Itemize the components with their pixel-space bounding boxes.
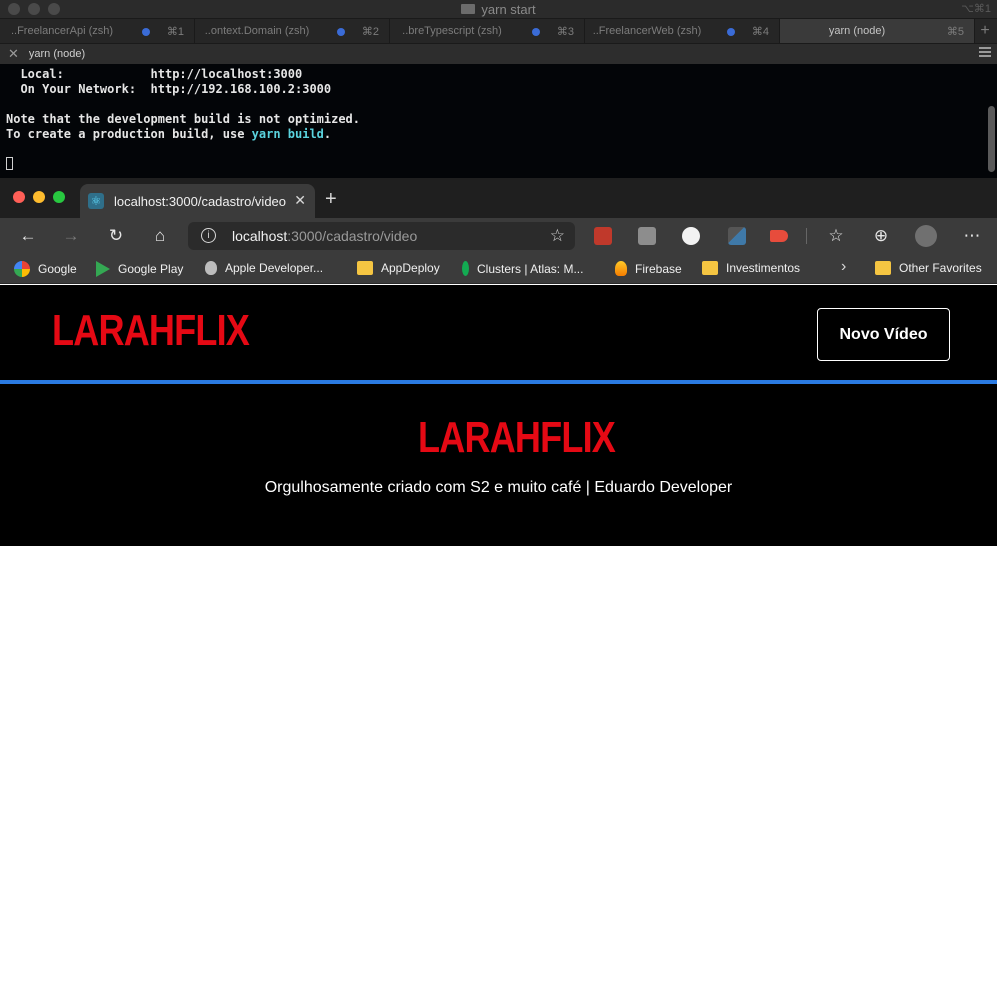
react-favicon-icon: ⚛ <box>88 193 104 209</box>
terminal-tab-label: ..ontext.Domain (zsh) <box>204 25 310 37</box>
folder-icon <box>461 4 476 14</box>
browser-tab-bar: ⚛ localhost:3000/cadastro/video ✕ + <box>0 178 997 218</box>
forward-arrow-icon[interactable]: → <box>61 226 81 246</box>
toolbar-divider <box>806 228 807 244</box>
close-tab-icon[interactable]: ✕ <box>294 192 306 209</box>
google-play-icon <box>96 261 110 277</box>
bookmark-google[interactable]: Google <box>14 261 77 277</box>
favorites-list-icon[interactable]: ☆ <box>826 226 846 246</box>
terminal-session-bar: ✕ yarn (node) <box>0 44 997 64</box>
bookmarks-bar: Google Google Play Apple Developer... Ap… <box>0 254 997 284</box>
terminal-line-network: On Your Network: http://192.168.100.2:30… <box>20 82 332 96</box>
tab-shortcut: ⌘2 <box>361 26 379 38</box>
activity-dot-icon <box>727 28 735 36</box>
folder-icon <box>357 261 373 275</box>
home-icon[interactable]: ⌂ <box>150 226 170 246</box>
terminal-titlebar: yarn start ⌥⌘1 <box>0 0 997 18</box>
collections-icon[interactable]: ⊕ <box>871 226 891 246</box>
refresh-icon[interactable]: ↻ <box>106 226 126 246</box>
menu-icon[interactable] <box>979 47 991 59</box>
tab-shortcut: ⌘3 <box>556 26 574 38</box>
terminal-tab-5[interactable]: yarn (node) ⌘5 <box>780 19 975 43</box>
tab-shortcut: ⌘4 <box>751 26 769 38</box>
terminal-tab-bar: ..FreelancerApi (zsh) ⌘1 ..ontext.Domain… <box>0 18 997 44</box>
back-arrow-icon[interactable]: ← <box>18 226 38 246</box>
chevron-right-icon[interactable]: › <box>841 258 846 276</box>
terminal-cursor <box>6 157 13 170</box>
tab-shortcut: ⌘1 <box>166 26 184 38</box>
terminal-window-title: yarn start <box>0 0 997 18</box>
terminal-tab-2[interactable]: ..ontext.Domain (zsh) ⌘2 <box>195 19 390 43</box>
header-logo[interactable]: LARAHFLIX <box>52 306 250 356</box>
new-tab-plus-icon[interactable]: + <box>975 19 995 43</box>
activity-dot-icon <box>142 28 150 36</box>
footer-logo: LARAHFLIX <box>418 413 616 462</box>
site-info-icon[interactable]: i <box>201 228 216 243</box>
session-label: yarn (node) <box>28 48 86 60</box>
mongodb-leaf-icon <box>462 261 469 276</box>
terminal-tab-label: ..breTypescript (zsh) <box>402 25 502 37</box>
bookmark-google-play[interactable]: Google Play <box>96 261 183 277</box>
browser-window-controls[interactable] <box>13 191 65 203</box>
favorite-star-icon[interactable]: ☆ <box>550 226 565 246</box>
terminal-line-prod: To create a production build, use yarn b… <box>6 127 332 141</box>
address-url[interactable]: localhost:3000/cadastro/video <box>232 228 417 244</box>
activity-dot-icon <box>337 28 345 36</box>
extension-pen-icon[interactable] <box>728 227 746 245</box>
zoom-window-icon[interactable] <box>53 191 65 203</box>
folder-icon <box>875 261 891 275</box>
footer-credits: Orgulhosamente criado com S2 e muito caf… <box>264 479 733 496</box>
bookmark-investimentos[interactable]: Investimentos <box>702 261 800 275</box>
new-tab-plus-icon[interactable]: + <box>325 188 337 211</box>
terminal-tab-4[interactable]: ..FreelancerWeb (zsh) ⌘4 <box>585 19 780 43</box>
more-menu-icon[interactable]: ⋯ <box>962 226 982 246</box>
window-shortcut: ⌥⌘1 <box>961 3 991 15</box>
terminal-tab-label: yarn (node) <box>828 25 886 37</box>
terminal-tab-3[interactable]: ..breTypescript (zsh) ⌘3 <box>390 19 585 43</box>
extension-circle-icon[interactable] <box>682 227 700 245</box>
terminal-tab-1[interactable]: ..FreelancerApi (zsh) ⌘1 <box>0 19 195 43</box>
extension-red-icon[interactable] <box>594 227 612 245</box>
bookmark-appdeploy[interactable]: AppDeploy <box>357 261 440 275</box>
browser-tab-active[interactable]: ⚛ localhost:3000/cadastro/video ✕ <box>80 184 315 218</box>
extension-gray-icon[interactable] <box>638 227 656 245</box>
folder-icon <box>702 261 718 275</box>
activity-dot-icon <box>532 28 540 36</box>
site-header: LARAHFLIX Novo Vídeo <box>0 285 997 380</box>
close-session-icon[interactable]: ✕ <box>8 46 19 62</box>
bookmark-firebase[interactable]: Firebase <box>615 261 682 276</box>
close-window-icon[interactable] <box>13 191 25 203</box>
firebase-icon <box>615 261 627 276</box>
terminal-output[interactable]: Local: http://localhost:3000 On Your Net… <box>0 64 997 178</box>
terminal-tab-label: ..FreelancerApi (zsh) <box>10 25 114 37</box>
google-icon <box>14 261 30 277</box>
address-bar[interactable]: i localhost:3000/cadastro/video ☆ <box>188 222 575 250</box>
bookmark-apple-developer[interactable]: Apple Developer... <box>205 261 323 275</box>
terminal-line-local: Local: http://localhost:3000 <box>20 67 303 81</box>
site-footer: LARAHFLIX Orgulhosamente criado com S2 e… <box>0 384 997 546</box>
extension-arrow-icon[interactable] <box>770 230 788 242</box>
apple-icon <box>205 261 217 275</box>
bookmark-atlas[interactable]: Clusters | Atlas: M... <box>462 261 583 276</box>
tab-shortcut: ⌘5 <box>946 26 964 38</box>
page-viewport: LARAHFLIX Novo Vídeo LARAHFLIX Orgulhosa… <box>0 285 997 1008</box>
terminal-tab-label: ..FreelancerWeb (zsh) <box>592 25 702 37</box>
bookmark-other-favorites[interactable]: Other Favorites <box>875 261 982 275</box>
terminal-scrollbar[interactable] <box>988 106 995 172</box>
profile-avatar[interactable] <box>915 225 937 247</box>
browser-toolbar: ← → ↻ ⌂ i localhost:3000/cadastro/video … <box>0 218 997 254</box>
browser-tab-title: localhost:3000/cadastro/video <box>114 193 287 209</box>
new-video-button[interactable]: Novo Vídeo <box>817 308 950 361</box>
terminal-line-note: Note that the development build is not o… <box>6 112 361 126</box>
minimize-window-icon[interactable] <box>33 191 45 203</box>
